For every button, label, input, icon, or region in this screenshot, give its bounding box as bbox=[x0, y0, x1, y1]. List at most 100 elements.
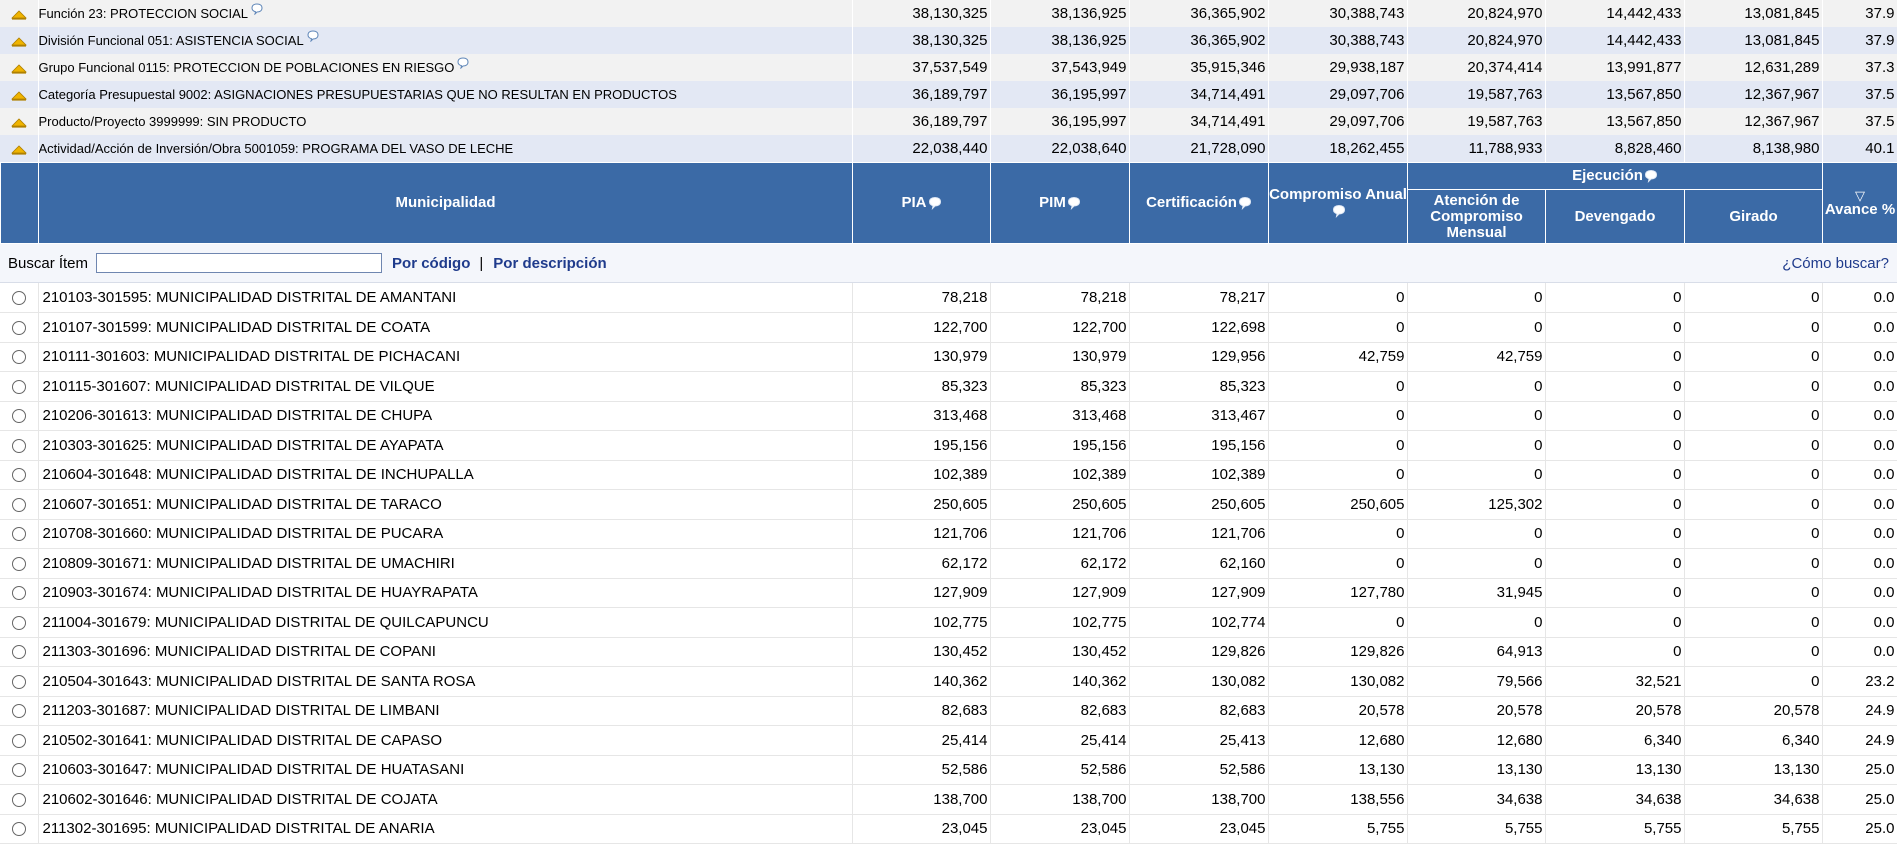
collapse-arrow-cell[interactable] bbox=[0, 27, 38, 54]
info-bubble-icon[interactable] bbox=[1332, 204, 1346, 218]
row-select-cell[interactable] bbox=[0, 342, 38, 372]
header-girado[interactable]: Girado bbox=[1685, 190, 1823, 244]
collapse-arrow-cell[interactable] bbox=[0, 0, 38, 27]
table-row[interactable]: 210111-301603: MUNICIPALIDAD DISTRITAL D… bbox=[0, 342, 1897, 372]
header-certificacion[interactable]: Certificación bbox=[1130, 163, 1269, 244]
row-value: 25,414 bbox=[990, 726, 1129, 756]
row-select-cell[interactable] bbox=[0, 637, 38, 667]
info-bubble-icon[interactable] bbox=[457, 57, 469, 69]
info-bubble-icon[interactable] bbox=[1644, 169, 1658, 183]
collapse-arrow-cell[interactable] bbox=[0, 54, 38, 81]
row-radio-button[interactable] bbox=[12, 498, 26, 512]
table-row[interactable]: 211303-301696: MUNICIPALIDAD DISTRITAL D… bbox=[0, 637, 1897, 667]
table-row[interactable]: 210206-301613: MUNICIPALIDAD DISTRITAL D… bbox=[0, 401, 1897, 431]
collapse-arrow-icon[interactable] bbox=[11, 10, 27, 20]
row-select-cell[interactable] bbox=[0, 372, 38, 402]
collapse-arrow-cell[interactable] bbox=[0, 81, 38, 108]
info-bubble-icon[interactable] bbox=[307, 30, 319, 42]
header-compromiso-anual[interactable]: Compromiso Anual bbox=[1269, 163, 1408, 244]
row-radio-button[interactable] bbox=[12, 527, 26, 541]
row-radio-button[interactable] bbox=[12, 439, 26, 453]
table-row[interactable]: 210603-301647: MUNICIPALIDAD DISTRITAL D… bbox=[0, 755, 1897, 785]
row-select-cell[interactable] bbox=[0, 431, 38, 461]
row-value: 0 bbox=[1545, 283, 1684, 313]
collapse-arrow-icon[interactable] bbox=[11, 91, 27, 101]
row-radio-button[interactable] bbox=[12, 586, 26, 600]
row-radio-button[interactable] bbox=[12, 616, 26, 630]
row-radio-button[interactable] bbox=[12, 291, 26, 305]
row-select-cell[interactable] bbox=[0, 283, 38, 313]
how-to-search-link[interactable]: ¿Cómo buscar? bbox=[1782, 255, 1889, 272]
table-row[interactable]: 210504-301643: MUNICIPALIDAD DISTRITAL D… bbox=[0, 667, 1897, 697]
row-radio-button[interactable] bbox=[12, 675, 26, 689]
breadcrumb-value: 12,631,289 bbox=[1684, 54, 1822, 81]
header-pim[interactable]: PIM bbox=[991, 163, 1130, 244]
row-select-cell[interactable] bbox=[0, 401, 38, 431]
collapse-arrow-icon[interactable] bbox=[11, 145, 27, 155]
row-value: 0 bbox=[1407, 608, 1545, 638]
info-bubble-icon[interactable] bbox=[1067, 196, 1081, 210]
row-value: 130,082 bbox=[1268, 667, 1407, 697]
search-by-code-link[interactable]: Por código bbox=[392, 255, 470, 272]
row-radio-button[interactable] bbox=[12, 704, 26, 718]
row-select-cell[interactable] bbox=[0, 460, 38, 490]
row-radio-button[interactable] bbox=[12, 645, 26, 659]
collapse-arrow-icon[interactable] bbox=[11, 118, 27, 128]
row-value: 313,467 bbox=[1129, 401, 1268, 431]
row-select-cell[interactable] bbox=[0, 667, 38, 697]
row-select-cell[interactable] bbox=[0, 519, 38, 549]
info-bubble-icon[interactable] bbox=[1238, 196, 1252, 210]
row-select-cell[interactable] bbox=[0, 726, 38, 756]
row-radio-button[interactable] bbox=[12, 822, 26, 836]
row-select-cell[interactable] bbox=[0, 814, 38, 844]
row-value: 78,217 bbox=[1129, 283, 1268, 313]
row-select-cell[interactable] bbox=[0, 549, 38, 579]
table-row[interactable]: 210502-301641: MUNICIPALIDAD DISTRITAL D… bbox=[0, 726, 1897, 756]
row-value: 122,700 bbox=[852, 313, 990, 343]
row-radio-button[interactable] bbox=[12, 734, 26, 748]
table-row[interactable]: 211302-301695: MUNICIPALIDAD DISTRITAL D… bbox=[0, 814, 1897, 844]
table-row[interactable]: 211203-301687: MUNICIPALIDAD DISTRITAL D… bbox=[0, 696, 1897, 726]
collapse-arrow-icon[interactable] bbox=[11, 37, 27, 47]
table-row[interactable]: 210809-301671: MUNICIPALIDAD DISTRITAL D… bbox=[0, 549, 1897, 579]
header-avance[interactable]: ▽Avance % bbox=[1823, 163, 1897, 244]
row-radio-button[interactable] bbox=[12, 468, 26, 482]
collapse-arrow-cell[interactable] bbox=[0, 135, 38, 162]
row-value: 130,452 bbox=[990, 637, 1129, 667]
row-radio-button[interactable] bbox=[12, 380, 26, 394]
table-row[interactable]: 210103-301595: MUNICIPALIDAD DISTRITAL D… bbox=[0, 283, 1897, 313]
table-row[interactable]: 210708-301660: MUNICIPALIDAD DISTRITAL D… bbox=[0, 519, 1897, 549]
table-row[interactable]: 210607-301651: MUNICIPALIDAD DISTRITAL D… bbox=[0, 490, 1897, 520]
header-atencion[interactable]: Atención de Compromiso Mensual bbox=[1408, 190, 1546, 244]
collapse-arrow-cell[interactable] bbox=[0, 108, 38, 135]
table-row[interactable]: 210604-301648: MUNICIPALIDAD DISTRITAL D… bbox=[0, 460, 1897, 490]
table-row[interactable]: 211004-301679: MUNICIPALIDAD DISTRITAL D… bbox=[0, 608, 1897, 638]
row-radio-button[interactable] bbox=[12, 557, 26, 571]
row-radio-button[interactable] bbox=[12, 350, 26, 364]
row-radio-button[interactable] bbox=[12, 763, 26, 777]
info-bubble-icon[interactable] bbox=[928, 196, 942, 210]
search-input[interactable] bbox=[96, 253, 382, 273]
row-select-cell[interactable] bbox=[0, 490, 38, 520]
row-radio-button[interactable] bbox=[12, 793, 26, 807]
table-row[interactable]: 210303-301625: MUNICIPALIDAD DISTRITAL D… bbox=[0, 431, 1897, 461]
info-bubble-icon[interactable] bbox=[251, 3, 263, 15]
row-select-cell[interactable] bbox=[0, 578, 38, 608]
table-row[interactable]: 210903-301674: MUNICIPALIDAD DISTRITAL D… bbox=[0, 578, 1897, 608]
header-municipalidad[interactable]: Municipalidad bbox=[39, 163, 853, 244]
row-select-cell[interactable] bbox=[0, 608, 38, 638]
row-radio-button[interactable] bbox=[12, 321, 26, 335]
table-row[interactable]: 210107-301599: MUNICIPALIDAD DISTRITAL D… bbox=[0, 313, 1897, 343]
breadcrumb-value: 29,097,706 bbox=[1268, 108, 1407, 135]
header-pia[interactable]: PIA bbox=[853, 163, 991, 244]
table-row[interactable]: 210602-301646: MUNICIPALIDAD DISTRITAL D… bbox=[0, 785, 1897, 815]
row-select-cell[interactable] bbox=[0, 696, 38, 726]
collapse-arrow-icon[interactable] bbox=[11, 64, 27, 74]
header-devengado[interactable]: Devengado bbox=[1546, 190, 1685, 244]
row-select-cell[interactable] bbox=[0, 755, 38, 785]
search-by-description-link[interactable]: Por descripción bbox=[493, 255, 606, 272]
row-radio-button[interactable] bbox=[12, 409, 26, 423]
row-select-cell[interactable] bbox=[0, 313, 38, 343]
row-select-cell[interactable] bbox=[0, 785, 38, 815]
table-row[interactable]: 210115-301607: MUNICIPALIDAD DISTRITAL D… bbox=[0, 372, 1897, 402]
